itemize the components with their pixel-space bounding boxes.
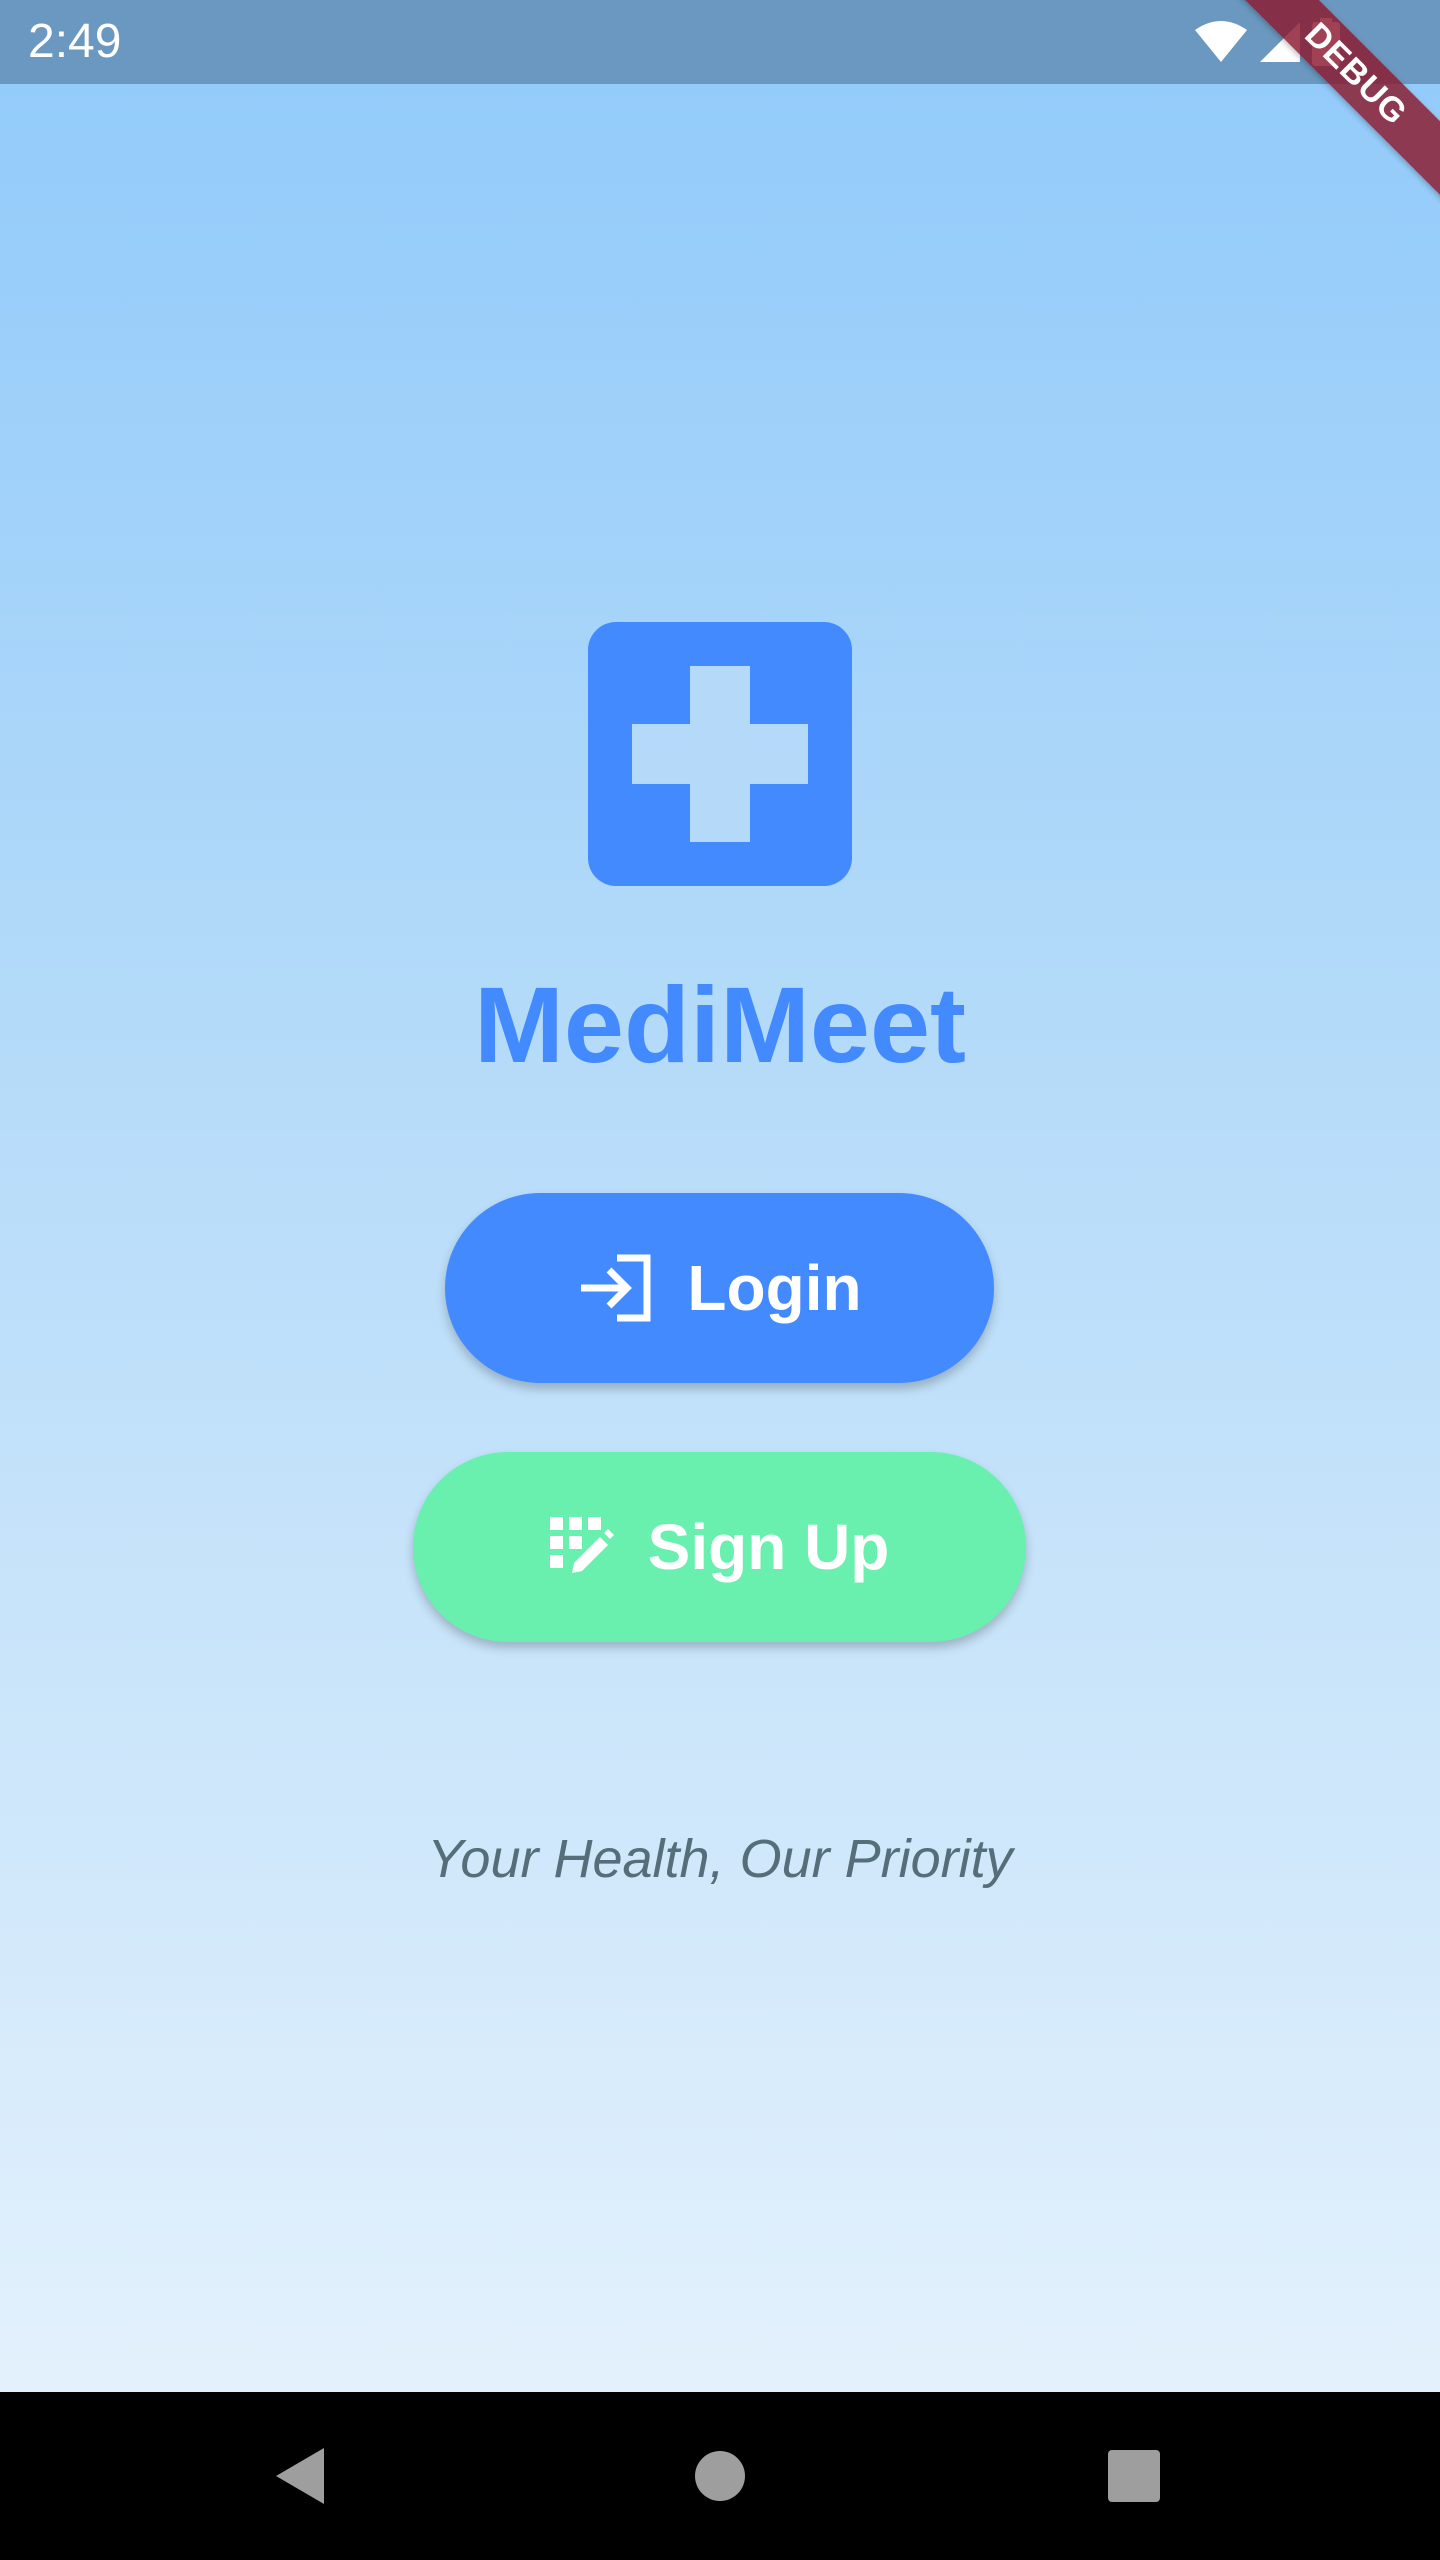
- recents-icon[interactable]: [1094, 2436, 1174, 2516]
- back-icon[interactable]: [260, 2436, 340, 2516]
- status-time: 2:49: [28, 15, 122, 68]
- login-button[interactable]: Login: [445, 1193, 994, 1383]
- status-bar: 2:49: [0, 0, 1440, 84]
- tagline: Your Health, Our Priority: [427, 1829, 1013, 1889]
- sign-up-button-label: Sign Up: [647, 1511, 890, 1583]
- login-button-label: Login: [687, 1252, 862, 1324]
- navigation-bar: [0, 2392, 1440, 2560]
- wifi-icon: [1194, 20, 1248, 64]
- medical-cross-icon: [588, 622, 852, 886]
- login-icon: [577, 1254, 653, 1322]
- sign-up-button[interactable]: Sign Up: [413, 1452, 1026, 1642]
- home-icon[interactable]: [680, 2436, 760, 2516]
- app-title: MediMeet: [473, 964, 967, 1085]
- welcome-screen: MediMeet Login Sign Up Your Health, Our …: [0, 84, 1440, 2392]
- app-registration-icon: [549, 1517, 614, 1577]
